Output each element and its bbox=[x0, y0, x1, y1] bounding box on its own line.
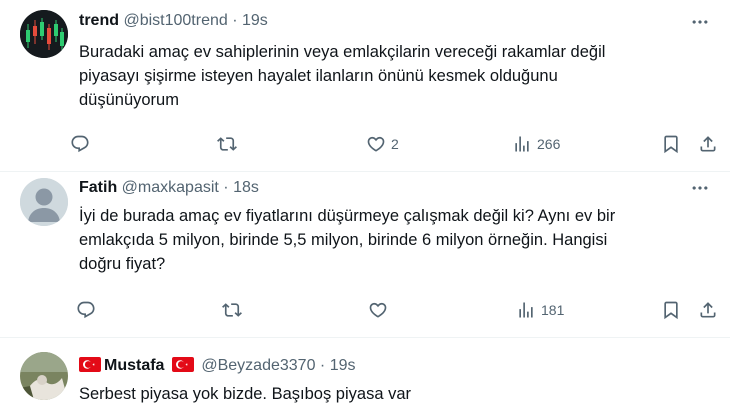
tweet-text-line: Serbest piyasa yok bizde. Başıboş piyasa… bbox=[79, 385, 412, 403]
like-icon bbox=[366, 134, 386, 154]
tweet-text-line: İyi de burada amaç ev fiyatlarını düşürm… bbox=[79, 207, 616, 225]
reply-button[interactable] bbox=[76, 297, 96, 323]
tweet-text-line: doğru fiyat? bbox=[79, 255, 166, 273]
tweet-text-line: düşünüyorum bbox=[79, 91, 179, 109]
timestamp[interactable]: 19s bbox=[242, 12, 268, 29]
retweet-icon bbox=[217, 134, 237, 154]
tweet[interactable]: Fatih @maxkapasit · 18s İyi de burada am… bbox=[0, 172, 730, 336]
action-bar: 2 266 bbox=[70, 131, 720, 157]
separator-dot: · bbox=[223, 179, 229, 196]
tweet-header: Mustafa @Beyzade3370 · 19s bbox=[79, 356, 356, 376]
bookmark-icon bbox=[661, 134, 681, 154]
bookmark-button[interactable] bbox=[661, 131, 681, 157]
share-icon bbox=[698, 300, 718, 320]
tweet[interactable]: trend @bist100trend · 19s Buradaki amaç … bbox=[0, 0, 730, 170]
separator-dot: · bbox=[319, 357, 326, 374]
display-name[interactable]: Fatih bbox=[79, 179, 117, 196]
turkey-flag-icon bbox=[172, 357, 194, 372]
tweet-text: Buradaki amaç ev sahiplerinin veya emlak… bbox=[79, 40, 605, 112]
reply-icon bbox=[76, 300, 96, 320]
like-count: 2 bbox=[391, 136, 399, 152]
retweet-icon bbox=[222, 300, 242, 320]
reply-icon bbox=[70, 134, 90, 154]
like-button[interactable]: 2 bbox=[366, 131, 399, 157]
more-icon[interactable] bbox=[690, 178, 710, 198]
user-handle[interactable]: @Beyzade3370 bbox=[201, 357, 315, 374]
share-button[interactable] bbox=[698, 131, 718, 157]
avatar[interactable] bbox=[20, 352, 68, 400]
view-count: 181 bbox=[541, 302, 565, 318]
tweet-text: İyi de burada amaç ev fiyatlarını düşürm… bbox=[79, 204, 615, 276]
avatar[interactable] bbox=[20, 10, 68, 58]
tweet[interactable]: Mustafa @Beyzade3370 · 19s Serbest piyas… bbox=[0, 338, 730, 420]
share-icon bbox=[698, 134, 718, 154]
default-avatar-icon bbox=[20, 178, 68, 226]
like-button[interactable] bbox=[368, 297, 388, 323]
avatar[interactable] bbox=[20, 178, 68, 226]
user-handle[interactable]: @bist100trend bbox=[123, 12, 227, 29]
separator-dot: · bbox=[232, 12, 238, 29]
share-button[interactable] bbox=[698, 297, 718, 323]
tweet-text-line: emlakçıda 5 milyon, birinde 5,5 milyon, … bbox=[79, 231, 608, 249]
timestamp[interactable]: 18s bbox=[233, 179, 259, 196]
tweet-text-line: piyasayı şişirme isteyen hayalet ilanlar… bbox=[79, 67, 558, 85]
retweet-button[interactable] bbox=[217, 131, 237, 157]
user-handle[interactable]: @maxkapasit bbox=[122, 179, 219, 196]
more-icon[interactable] bbox=[690, 12, 710, 32]
tweet-header: trend @bist100trend · 19s bbox=[79, 11, 268, 31]
views-icon bbox=[516, 300, 536, 320]
turkey-flag-icon bbox=[79, 357, 101, 372]
tweet-text-line: Buradaki amaç ev sahiplerinin veya emlak… bbox=[79, 43, 606, 61]
timestamp[interactable]: 19s bbox=[330, 357, 356, 374]
reply-button[interactable] bbox=[70, 131, 90, 157]
candlestick-avatar-icon bbox=[20, 10, 68, 58]
view-count: 266 bbox=[537, 136, 561, 152]
views-button[interactable]: 181 bbox=[516, 297, 564, 323]
views-button[interactable]: 266 bbox=[512, 131, 560, 157]
display-name[interactable]: Mustafa bbox=[104, 357, 164, 374]
tweet-header: Fatih @maxkapasit · 18s bbox=[79, 178, 259, 198]
like-icon bbox=[368, 300, 388, 320]
display-name[interactable]: trend bbox=[79, 12, 119, 29]
tweet-text: Serbest piyasa yok bizde. Başıboş piyasa… bbox=[79, 382, 411, 406]
action-bar: 181 bbox=[70, 297, 720, 323]
bookmark-button[interactable] bbox=[661, 297, 681, 323]
retweet-button[interactable] bbox=[222, 297, 242, 323]
bookmark-icon bbox=[661, 300, 681, 320]
views-icon bbox=[512, 134, 532, 154]
photo-avatar-icon bbox=[20, 352, 68, 400]
